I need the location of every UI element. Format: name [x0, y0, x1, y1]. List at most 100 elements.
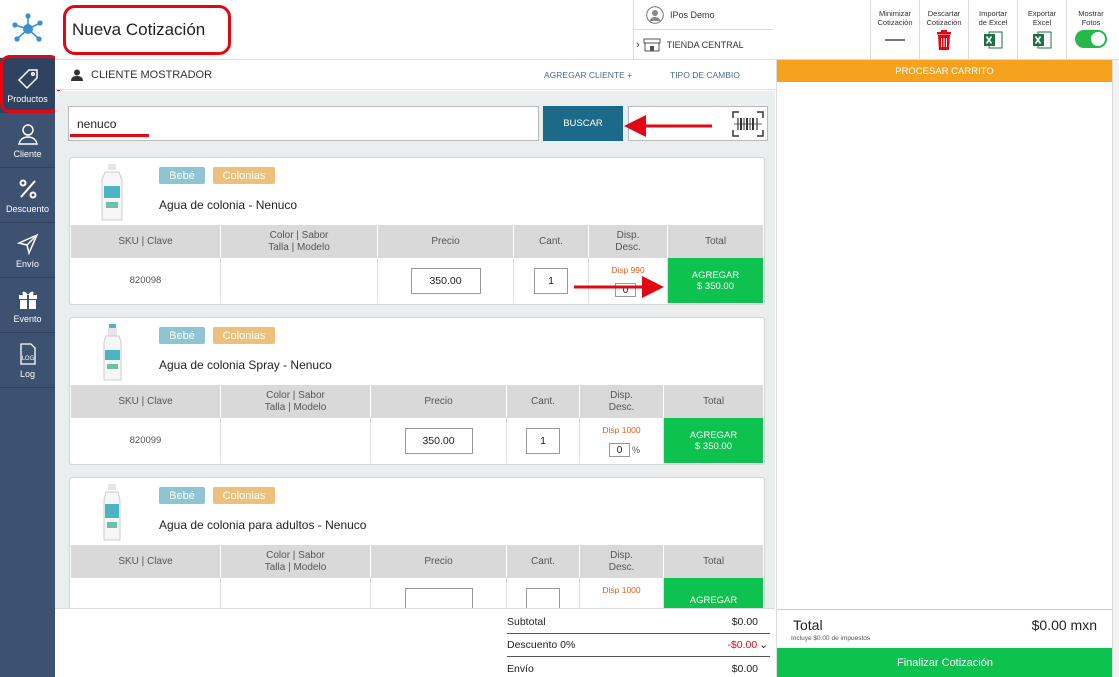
col-disp-l2: Desc.	[608, 401, 635, 413]
discard-quote-button[interactable]: Descartar Cotización	[919, 0, 968, 60]
col-attributes: Color | Sabor Talla | Modelo	[221, 385, 371, 418]
availability-text: Disp 1000	[602, 425, 641, 435]
subcategory-badge: Colonias	[213, 487, 275, 504]
sidebar-item-log[interactable]: LOG Log	[0, 333, 55, 388]
price-input[interactable]	[404, 587, 473, 608]
quantity-input[interactable]	[526, 587, 560, 608]
title-highlight-ring: Nueva Cotización	[63, 5, 231, 55]
subtotal-value: $0.00	[731, 616, 758, 628]
exchange-rate-link[interactable]: TIPO DE CAMBIO	[670, 70, 740, 80]
product-search-panel: BUSCAR Bebé Colonias Agua de colonia - N…	[55, 91, 775, 608]
tool-label: de Excel	[978, 18, 1008, 27]
scrollbar-track[interactable]	[1112, 60, 1119, 677]
tool-label: Cotización	[926, 18, 962, 27]
tag-icon	[17, 68, 38, 89]
shipping-value: $0.00	[731, 662, 758, 675]
search-button[interactable]: BUSCAR	[543, 106, 623, 141]
user-avatar-icon	[646, 5, 664, 24]
log-icon-text: LOG	[21, 355, 34, 362]
price-input[interactable]: 350.00	[410, 267, 481, 294]
product-bottle-icon	[101, 164, 123, 221]
col-disp: Disp. Desc.	[580, 385, 664, 418]
tool-label: Fotos	[1081, 18, 1101, 27]
taxes-note: Incluye $0.00 de impuestos	[791, 635, 871, 642]
sidebar-item-envio[interactable]: Envío	[0, 223, 55, 278]
add-to-cart-button[interactable]: AGREGAR	[664, 578, 763, 608]
import-excel-button[interactable]: Importar de Excel	[968, 0, 1017, 60]
sidebar-item-productos[interactable]: Productos	[0, 58, 55, 113]
tool-label: Mostrar	[1078, 9, 1104, 18]
col-price: Precio	[371, 385, 507, 418]
sidebar-item-descuento[interactable]: Descuento	[0, 168, 55, 223]
show-photos-toggle[interactable]: Mostrar Fotos	[1066, 0, 1115, 60]
col-sku: SKU | Clave	[71, 385, 221, 418]
availability-text: Disp 990	[611, 265, 645, 275]
barcode-scan-button[interactable]	[628, 106, 768, 141]
add-button-label: AGREGAR	[689, 595, 738, 606]
discount-input[interactable]: 0	[609, 443, 630, 457]
user-menu[interactable]: IPos Demo	[634, 0, 773, 30]
header: Nueva Cotización IPos Demo › TIENDA CENT…	[55, 0, 1119, 60]
tool-label: Minimizar	[878, 9, 912, 18]
tool-label: Descartar	[927, 9, 961, 18]
col-attr-l1: Color | Sabor	[266, 389, 325, 401]
total-value: $0.00 mxn	[1031, 617, 1097, 633]
table-header: SKU | Clave Color | Sabor Talla | Modelo …	[71, 385, 763, 418]
product-name: Agua de colonia para adultos - Nenuco	[159, 518, 367, 532]
sidebar-item-cliente[interactable]: Cliente	[0, 113, 55, 168]
add-to-cart-button[interactable]: AGREGAR $ 350.00	[668, 258, 763, 303]
user-name: IPos Demo	[670, 9, 715, 20]
col-attributes: Color | Sabor Talla | Modelo	[221, 545, 371, 578]
col-disp-l1: Disp.	[610, 549, 633, 561]
col-total: Total	[702, 395, 725, 407]
product-card: Bebé Colonias Agua de colonia - Nenuco S…	[69, 157, 765, 305]
table-row: 820099 350.00 1 Disp 1000 0 % AGREGAR $ …	[71, 418, 763, 463]
add-to-cart-button[interactable]: AGREGAR $ 350.00	[664, 418, 763, 463]
sidebar-item-label: Envío	[15, 258, 39, 269]
photos-toggle-switch[interactable]	[1075, 30, 1107, 48]
excel-icon	[1033, 31, 1052, 49]
col-attr-l2: Talla | Modelo	[264, 401, 327, 413]
app-logo[interactable]	[0, 0, 55, 58]
store-selector[interactable]: › TIENDA CENTRAL	[634, 30, 773, 60]
product-name: Agua de colonia - Nenuco	[159, 198, 298, 212]
col-total: Total	[702, 555, 725, 567]
sku-cell	[71, 578, 221, 608]
send-icon	[16, 233, 38, 255]
sidebar-item-label: Descuento	[5, 203, 50, 214]
add-button-price: $ 350.00	[697, 280, 734, 292]
table-header: SKU | Clave Color | Sabor Talla | Modelo …	[71, 225, 763, 258]
client-bar: CLIENTE MOSTRADOR AGREGAR CLIENTE + TIPO…	[55, 60, 775, 90]
discount-input[interactable]: 0	[615, 283, 636, 297]
sidebar-item-label: Productos	[7, 93, 48, 104]
col-attributes: Color | Sabor Talla | Modelo	[221, 225, 378, 258]
col-price: Precio	[378, 225, 514, 258]
add-button-label: AGREGAR	[689, 429, 738, 441]
price-input[interactable]: 350.00	[404, 427, 473, 454]
page-title: Nueva Cotización	[72, 20, 206, 39]
percent-symbol: %	[632, 445, 641, 455]
sidebar-item-evento[interactable]: Evento	[0, 278, 55, 333]
col-attr-l1: Color | Sabor	[266, 549, 325, 561]
finalize-quote-button[interactable]: Finalizar Cotización	[777, 648, 1113, 677]
table-row: 820098 350.00 1 Disp 990 0 AGREGAR $ 350…	[71, 258, 763, 303]
col-qty: Cant.	[507, 385, 580, 418]
discount-row[interactable]: Descuento 0% -$0.00 ⌄	[507, 634, 770, 657]
export-excel-button[interactable]: Exportar Excel	[1017, 0, 1066, 60]
quantity-input[interactable]: 1	[534, 267, 568, 294]
category-badge: Bebé	[159, 487, 205, 504]
client-selector[interactable]: CLIENTE MOSTRADOR	[71, 69, 212, 81]
product-card: Bebé Colonias Agua de colonia Spray - Ne…	[69, 317, 765, 465]
total-label: Total	[793, 617, 823, 633]
subcategory-badge: Colonias	[213, 167, 275, 184]
log-file-icon: LOG	[19, 342, 36, 365]
add-client-link[interactable]: AGREGAR CLIENTE +	[544, 70, 632, 80]
cart-panel: PROCESAR CARRITO Total $0.00 mxn Incluye…	[776, 60, 1113, 677]
minimize-quote-button[interactable]: Minimizar Cotización	[870, 0, 919, 60]
process-cart-button[interactable]: PROCESAR CARRITO	[777, 60, 1112, 82]
attributes-cell	[221, 578, 371, 608]
quantity-input[interactable]: 1	[526, 427, 560, 454]
sidebar: Productos Cliente Descuento Envío Evento…	[0, 0, 55, 677]
chevron-right-icon: ›	[636, 38, 640, 51]
shipping-row: Envío $0.00	[507, 657, 770, 677]
